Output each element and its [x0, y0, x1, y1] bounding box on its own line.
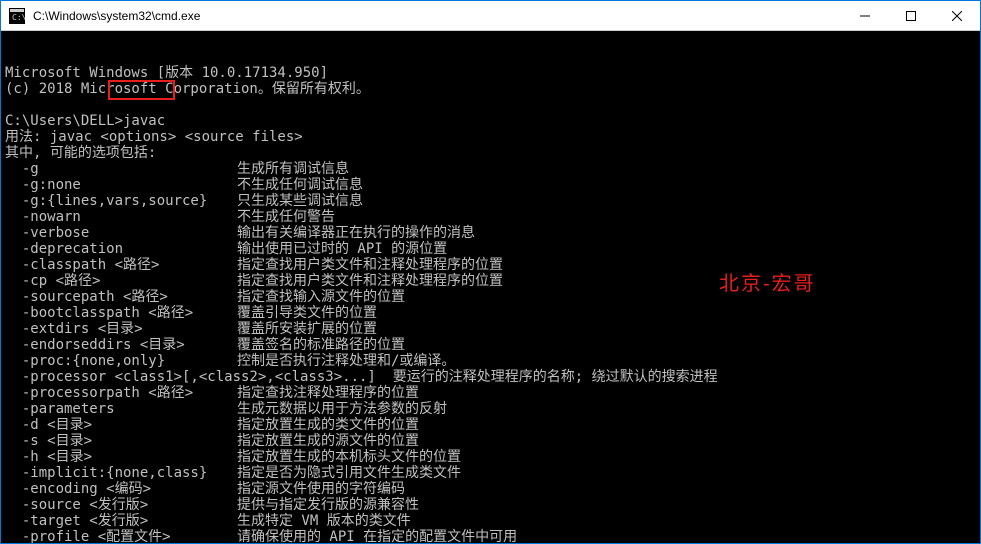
- option-line: -processorpath <路径>指定查找注释处理程序的位置: [5, 385, 976, 401]
- option-line: -profile <配置文件>请确保使用的 API 在指定的配置文件中可用: [5, 529, 976, 543]
- terminal-header-line: [5, 97, 976, 113]
- close-button[interactable]: [934, 1, 980, 30]
- usage-line: 用法: javac <options> <source files>: [5, 129, 976, 145]
- option-line: -encoding <编码>指定源文件使用的字符编码: [5, 481, 976, 497]
- option-line: -h <目录>指定放置生成的本机标头文件的位置: [5, 449, 976, 465]
- maximize-button[interactable]: [888, 1, 934, 30]
- minimize-button[interactable]: [842, 1, 888, 30]
- option-line: -g生成所有调试信息: [5, 161, 976, 177]
- option-line: -s <目录>指定放置生成的源文件的位置: [5, 433, 976, 449]
- option-line: -implicit:{none,class}指定是否为隐式引用文件生成类文件: [5, 465, 976, 481]
- option-line: -proc:{none,only}控制是否执行注释处理和/或编译。: [5, 353, 976, 369]
- terminal-output[interactable]: Microsoft Windows [版本 10.0.17134.950](c)…: [1, 31, 980, 543]
- window-titlebar: C:\ C:\Windows\system32\cmd.exe: [1, 1, 980, 31]
- option-line: -g:none不生成任何调试信息: [5, 177, 976, 193]
- option-line: -sourcepath <路径>指定查找输入源文件的位置: [5, 289, 976, 305]
- option-line: -extdirs <目录>覆盖所安装扩展的位置: [5, 321, 976, 337]
- option-line: -endorseddirs <目录>覆盖签名的标准路径的位置: [5, 337, 976, 353]
- prompt-line: C:\Users\DELL>javac: [5, 113, 976, 129]
- option-line: -cp <路径>指定查找用户类文件和注释处理程序的位置: [5, 273, 976, 289]
- option-line: -target <发行版>生成特定 VM 版本的类文件: [5, 513, 976, 529]
- option-line: -classpath <路径>指定查找用户类文件和注释处理程序的位置: [5, 257, 976, 273]
- usage-line: 其中, 可能的选项包括:: [5, 145, 976, 161]
- option-line: -processor <class1>[,<class2>,<class3>..…: [5, 369, 976, 385]
- option-line: -g:{lines,vars,source}只生成某些调试信息: [5, 193, 976, 209]
- option-line: -verbose输出有关编译器正在执行的操作的消息: [5, 225, 976, 241]
- terminal-header-line: (c) 2018 Microsoft Corporation。保留所有权利。: [5, 81, 976, 97]
- option-line: -d <目录>指定放置生成的类文件的位置: [5, 417, 976, 433]
- option-line: -nowarn不生成任何警告: [5, 209, 976, 225]
- terminal-header-line: Microsoft Windows [版本 10.0.17134.950]: [5, 65, 976, 81]
- option-line: -bootclasspath <路径>覆盖引导类文件的位置: [5, 305, 976, 321]
- svg-text:C:\: C:\: [12, 13, 25, 22]
- watermark-text: 北京-宏哥: [719, 276, 816, 292]
- option-line: -parameters生成元数据以用于方法参数的反射: [5, 401, 976, 417]
- option-line: -deprecation输出使用已过时的 API 的源位置: [5, 241, 976, 257]
- window-controls: [842, 1, 980, 30]
- cmd-icon: C:\: [9, 8, 25, 24]
- option-line: -source <发行版>提供与指定发行版的源兼容性: [5, 497, 976, 513]
- window-title: C:\Windows\system32\cmd.exe: [31, 9, 842, 23]
